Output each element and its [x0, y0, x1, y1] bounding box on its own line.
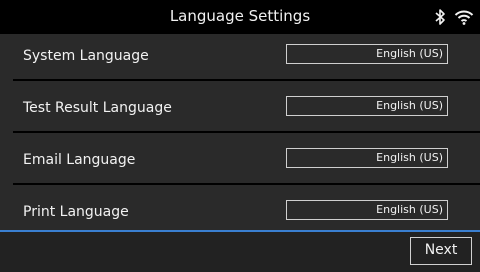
print-language-select[interactable]: English (US) [286, 200, 448, 220]
divider [13, 79, 480, 81]
setting-label: System Language [23, 48, 149, 64]
footer-bar: Next [0, 232, 480, 272]
setting-row-email-language[interactable]: Email Language English (US) [0, 140, 480, 186]
divider [13, 183, 480, 185]
setting-label: Print Language [23, 204, 129, 220]
language-settings-screen: Language Settings System Language Englis… [0, 0, 480, 272]
test-result-language-select[interactable]: English (US) [286, 96, 448, 116]
bluetooth-icon [434, 8, 446, 26]
next-button[interactable]: Next [410, 237, 472, 265]
header-bar: Language Settings [0, 0, 480, 34]
setting-label: Email Language [23, 152, 136, 168]
email-language-select[interactable]: English (US) [286, 148, 448, 168]
settings-list: System Language English (US) Test Result… [0, 34, 480, 230]
wifi-icon [454, 9, 474, 25]
page-title: Language Settings [169, 7, 311, 25]
system-language-select[interactable]: English (US) [286, 44, 448, 64]
setting-label: Test Result Language [23, 100, 172, 116]
status-icons [434, 7, 474, 27]
divider [13, 131, 480, 133]
setting-row-system-language[interactable]: System Language English (US) [0, 36, 480, 82]
setting-row-test-result-language[interactable]: Test Result Language English (US) [0, 88, 480, 134]
